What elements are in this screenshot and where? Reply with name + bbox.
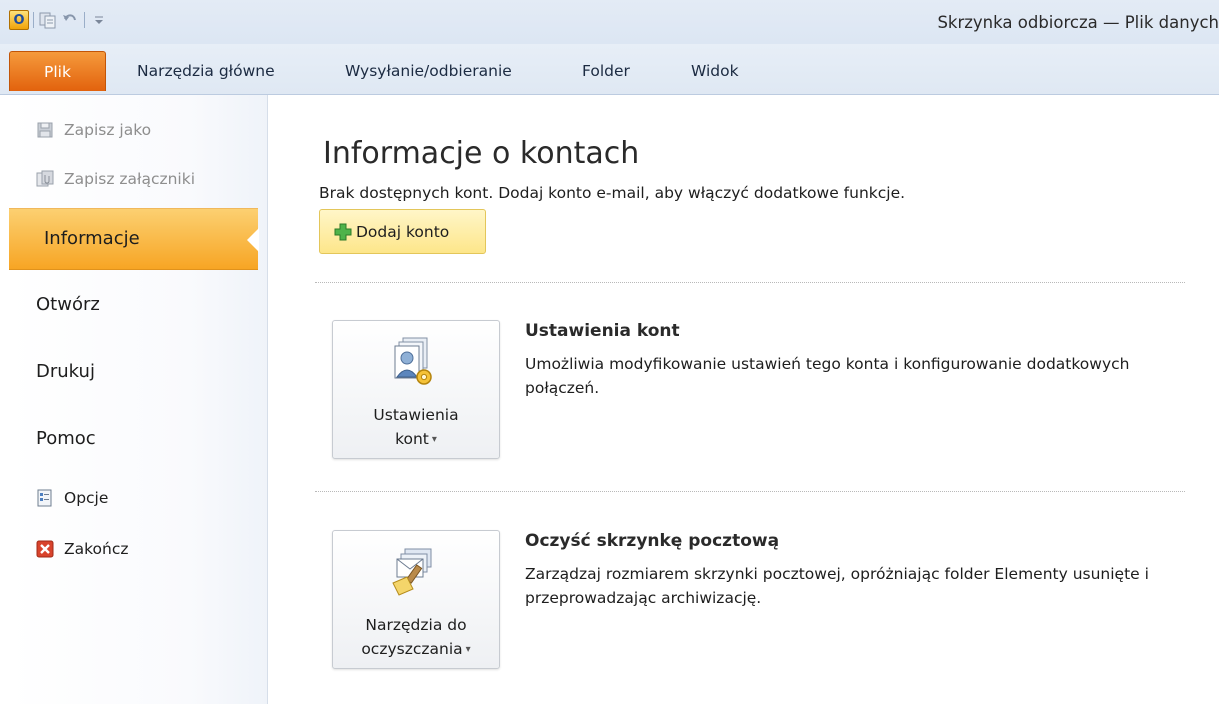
ribbon-tab-bar: Plik Narzędzia główne Wysyłanie/odbieran… [0, 44, 1219, 95]
plus-icon [334, 223, 352, 241]
dropdown-arrow-icon: ▾ [465, 644, 471, 655]
nav-info[interactable]: Informacje [9, 208, 259, 270]
tab-folder[interactable]: Folder [582, 51, 630, 91]
nav-exit[interactable]: Zakończ [36, 537, 129, 561]
nav-help[interactable]: Pomoc [36, 428, 96, 449]
window-title: Skrzynka odbiorcza — Plik danych [937, 13, 1219, 32]
nav-save-attachments[interactable]: Zapisz załączniki [36, 167, 195, 191]
account-settings-button-line2: kont [395, 430, 429, 448]
selection-notch [247, 228, 259, 252]
undo-icon[interactable] [59, 9, 81, 31]
nav-exit-label: Zakończ [64, 540, 129, 558]
cleanup-tools-icon [385, 545, 445, 601]
nav-options-label: Opcje [64, 489, 109, 507]
cleanup-tools-button[interactable]: Narzędzia do oczyszczania ▾ [332, 530, 500, 669]
cleanup-heading: Oczyść skrzynkę pocztową [525, 531, 780, 551]
customize-qat-icon[interactable] [88, 9, 110, 31]
close-icon [36, 540, 54, 558]
qat-separator [33, 12, 34, 28]
qat-separator [84, 12, 85, 28]
quick-access-toolbar: O [8, 9, 110, 31]
account-settings-description: Umożliwia modyfikowanie ustawień tego ko… [525, 355, 1130, 397]
account-settings-button[interactable]: Ustawienia kont ▾ [332, 320, 500, 459]
send-receive-icon[interactable] [37, 9, 59, 31]
tab-send-receive[interactable]: Wysyłanie/odbieranie [345, 51, 512, 91]
tab-home[interactable]: Narzędzia główne [137, 51, 275, 91]
cleanup-tools-button-line1: Narzędzia do [365, 616, 467, 634]
nav-print[interactable]: Drukuj [36, 361, 95, 382]
account-settings-button-line1: Ustawienia [373, 406, 459, 424]
section-divider [315, 491, 1185, 492]
cleanup-description: Zarządzaj rozmiarem skrzynki pocztowej, … [525, 565, 1149, 607]
nav-save-as[interactable]: Zapisz jako [36, 118, 151, 142]
dropdown-arrow-icon: ▾ [431, 434, 437, 445]
save-attachments-icon [36, 170, 54, 188]
add-account-button[interactable]: Dodaj konto [319, 209, 486, 254]
title-bar: O Skrzynka odbiorcza — Plik danych [0, 0, 1219, 44]
options-icon [36, 489, 54, 507]
page-subtitle: Brak dostępnych kont. Dodaj konto e-mail… [319, 184, 906, 202]
nav-save-as-label: Zapisz jako [64, 121, 152, 139]
save-as-icon [36, 121, 54, 139]
section-divider [315, 282, 1185, 283]
nav-options[interactable]: Opcje [36, 486, 108, 510]
nav-info-label: Informacje [44, 228, 140, 249]
add-account-label: Dodaj konto [356, 222, 450, 241]
account-settings-icon [385, 335, 445, 391]
account-settings-button-line2-wrap: kont ▾ [333, 427, 499, 452]
outlook-logo-icon[interactable]: O [8, 9, 30, 31]
nav-open[interactable]: Otwórz [36, 294, 100, 315]
tab-file[interactable]: Plik [9, 51, 106, 91]
page-title: Informacje o kontach [323, 136, 640, 171]
nav-save-attachments-label: Zapisz załączniki [64, 170, 196, 188]
cleanup-tools-button-line2: oczyszczania [361, 640, 463, 658]
tab-view[interactable]: Widok [691, 51, 739, 91]
cleanup-tools-button-line2-wrap: oczyszczania ▾ [333, 637, 499, 662]
account-settings-heading: Ustawienia kont [525, 321, 680, 341]
